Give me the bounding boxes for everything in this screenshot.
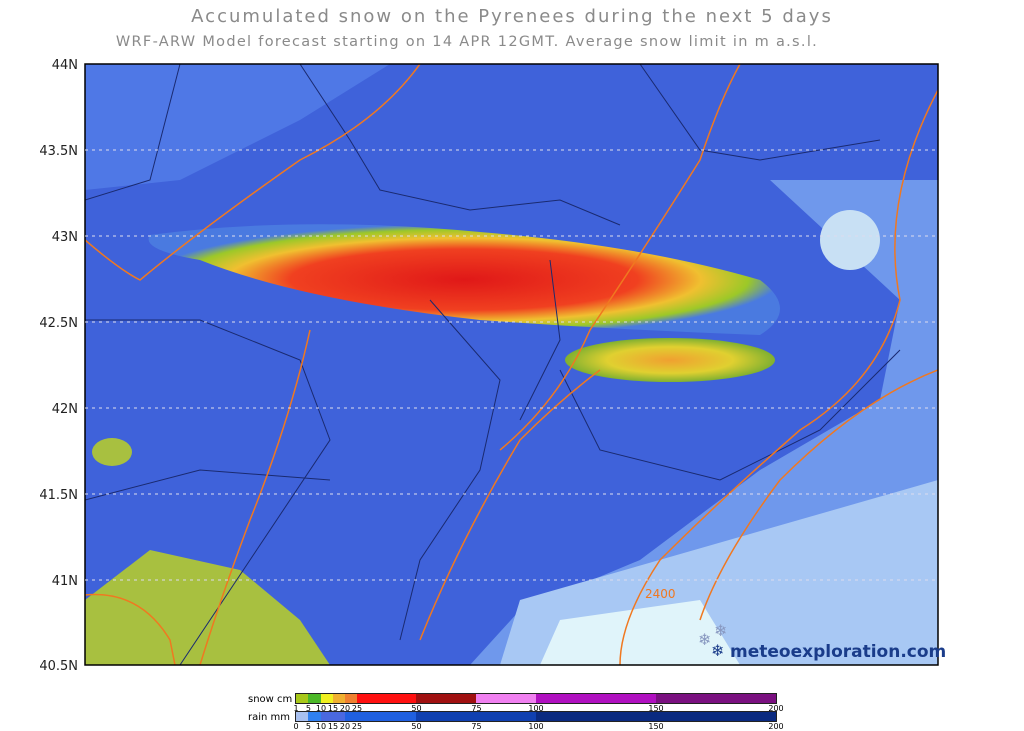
legend-swatch xyxy=(476,694,536,703)
snow-area-west xyxy=(92,438,132,466)
svg-text:❄: ❄ xyxy=(698,630,711,649)
watermark: meteoexploration.com xyxy=(730,642,947,662)
lat-label: 42.5N xyxy=(39,316,78,331)
rain-color-bar xyxy=(295,711,777,722)
lat-label: 41N xyxy=(52,574,78,589)
legend-swatch xyxy=(344,694,357,703)
svg-text:❄: ❄ xyxy=(714,621,727,640)
contour-label: 2400 xyxy=(645,587,676,601)
legend-swatch xyxy=(308,694,321,703)
lat-label: 43N xyxy=(52,230,78,245)
legend-swatch xyxy=(320,712,345,721)
legend-swatch xyxy=(416,694,477,703)
legend-swatch xyxy=(356,694,417,703)
snow-map: 2400 44N 43.5N 43N 42.5N 42N 41.5N 41N 4… xyxy=(39,58,939,674)
legend-swatch xyxy=(296,712,309,721)
latitude-axis: 44N 43.5N 43N 42.5N 42N 41.5N 41N 40.5N xyxy=(39,58,78,674)
pre-pyrenees-snow xyxy=(565,338,775,382)
rain-legend-label: rain mm xyxy=(248,712,291,723)
legend-swatch xyxy=(332,694,345,703)
lat-label: 43.5N xyxy=(39,144,78,159)
legend-swatch xyxy=(344,712,417,721)
legend-swatch xyxy=(655,694,776,703)
lat-label: 40.5N xyxy=(39,659,78,674)
legend-swatch xyxy=(416,712,536,721)
lat-label: 44N xyxy=(52,58,78,73)
light-patch xyxy=(820,210,880,270)
snow-color-bar xyxy=(295,693,777,704)
lat-label: 42N xyxy=(52,402,78,417)
legend-swatch xyxy=(535,694,656,703)
svg-text:❄: ❄ xyxy=(711,641,724,660)
legend-swatch xyxy=(535,712,776,721)
lat-label: 41.5N xyxy=(39,488,78,503)
legend-swatch xyxy=(296,694,309,703)
legend-swatch xyxy=(308,712,321,721)
legend-swatch xyxy=(320,694,333,703)
snow-legend-label: snow cm xyxy=(248,694,293,705)
